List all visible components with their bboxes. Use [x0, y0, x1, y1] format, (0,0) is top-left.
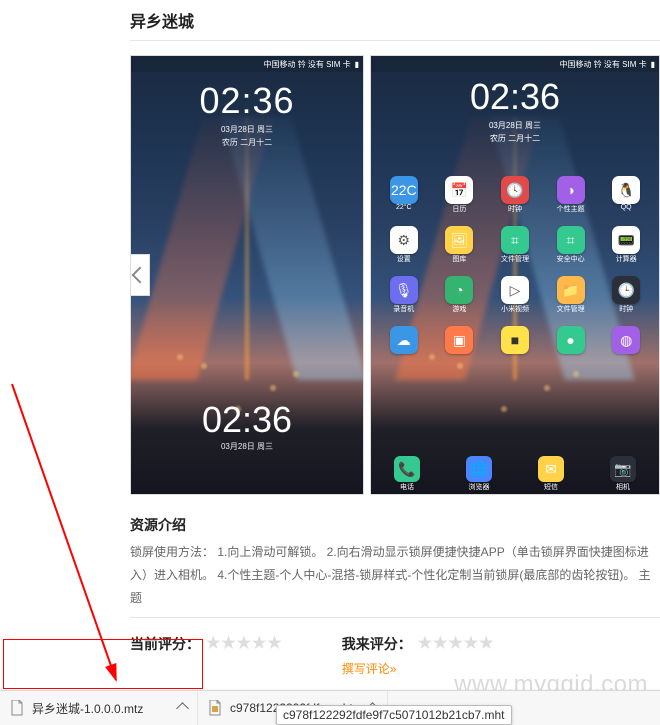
app-icon: 🌐浏览器 — [466, 456, 492, 492]
app-icon: 🖼图库 — [433, 226, 487, 272]
app-icon: 🕓时钟 — [488, 176, 542, 222]
app-icon: 🕒时钟 — [599, 276, 653, 322]
homescreen-dock: 📞电话 🌐浏览器 ✉短信 📷相机 — [371, 456, 659, 490]
star-icon[interactable]: ★ — [433, 636, 447, 652]
clock-lunar: 农历 二月十二 — [470, 133, 560, 144]
app-icon: ⌗文件管理 — [488, 226, 542, 272]
clock-lunar: 农历 二月十二 — [199, 137, 294, 148]
app-icon: ● — [544, 326, 598, 372]
app-icon: 22C22°C — [377, 176, 431, 222]
screenshot-gallery: 中国移动 钤 没有 SIM 卡 ▮ 02:36 03月28日 周三 农历 二月十… — [130, 55, 660, 495]
lockscreen-clock-bottom: 02:36 03月28日 周三 — [202, 399, 292, 452]
app-icon: ◑个性主题 — [544, 176, 598, 222]
app-icon: ◔游戏 — [433, 276, 487, 322]
star-icon: ★ — [252, 636, 266, 652]
screenshot-homescreen: 中国移动 钤 没有 SIM 卡 ▮ 02:36 03月28日 周三 农历 二月十… — [370, 55, 660, 495]
app-icon: 📞电话 — [394, 456, 420, 492]
app-icon: 📟计算器 — [599, 226, 653, 272]
battery-icon: ▮ — [355, 60, 359, 69]
star-icon: ★ — [237, 636, 251, 652]
homescreen-icon-grid: 22C22°C📅日历🕓时钟◑个性主题🐧QQ ⚙设置🖼图库⌗文件管理⌗安全中心📟计算… — [377, 176, 653, 454]
star-icon: ★ — [221, 636, 235, 652]
app-icon: 📁文件管理 — [544, 276, 598, 322]
app-icon: ⚙设置 — [377, 226, 431, 272]
app-icon: 📷相机 — [610, 456, 636, 492]
star-icon: ★ — [267, 636, 281, 652]
download-filename: 异乡迷城-1.0.0.0.mtz — [32, 700, 143, 717]
status-bar: 中国移动 钤 没有 SIM 卡 ▮ — [371, 56, 659, 72]
my-rating-label: 我来评分： ★ ★ ★ ★ ★ — [342, 634, 494, 654]
status-text: 中国移动 钤 没有 SIM 卡 — [559, 59, 646, 70]
star-icon[interactable]: ★ — [418, 636, 432, 652]
download-tooltip: c978f122292fdfe9f7c5071012b21cb7.mht — [276, 705, 512, 725]
file-icon — [10, 700, 24, 716]
clock-time: 02:36 — [470, 76, 560, 118]
clock-time: 02:36 — [202, 399, 292, 441]
app-icon: ▣ — [433, 326, 487, 372]
download-item-1[interactable]: 异乡迷城-1.0.0.0.mtz — [0, 691, 198, 725]
app-icon: 📅日历 — [433, 176, 487, 222]
screenshot-lockscreen: 中国移动 钤 没有 SIM 卡 ▮ 02:36 03月28日 周三 农历 二月十… — [130, 55, 364, 495]
my-rating-stars[interactable]: ★ ★ ★ ★ ★ — [418, 636, 494, 652]
clock-date: 03月28日 周三 — [202, 441, 292, 452]
star-icon[interactable]: ★ — [448, 636, 462, 652]
current-rating-text: 当前评分： — [130, 634, 200, 654]
battery-icon: ▮ — [651, 60, 655, 69]
chevron-up-icon[interactable] — [176, 702, 189, 715]
current-rating-stars: ★ ★ ★ ★ ★ — [206, 636, 282, 652]
file-icon — [208, 700, 222, 716]
status-bar: 中国移动 钤 没有 SIM 卡 ▮ — [131, 56, 363, 72]
app-icon: ⌗安全中心 — [544, 226, 598, 272]
status-text: 中国移动 钤 没有 SIM 卡 — [263, 59, 350, 70]
star-icon[interactable]: ★ — [464, 636, 478, 652]
homescreen-clock: 02:36 03月28日 周三 农历 二月十二 — [470, 76, 560, 144]
divider — [130, 40, 660, 41]
chevron-left-icon — [132, 267, 149, 284]
app-icon: ▷小米视频 — [488, 276, 542, 322]
clock-date: 03月28日 周三 — [199, 124, 294, 135]
star-icon[interactable]: ★ — [479, 636, 493, 652]
lockscreen-clock-top: 02:36 03月28日 周三 农历 二月十二 — [199, 80, 294, 148]
divider — [130, 617, 660, 618]
app-icon: ✉短信 — [538, 456, 564, 492]
clock-date: 03月28日 周三 — [470, 120, 560, 131]
star-icon: ★ — [206, 636, 220, 652]
gallery-prev-button[interactable] — [130, 254, 150, 296]
current-rating-label: 当前评分： ★ ★ ★ ★ ★ — [130, 634, 282, 654]
clock-time: 02:36 — [199, 80, 294, 122]
app-icon: ◍ — [599, 326, 653, 372]
app-icon: ☁ — [377, 326, 431, 372]
my-rating-text: 我来评分： — [342, 634, 412, 654]
app-icon: ■ — [488, 326, 542, 372]
app-icon: 🎙录音机 — [377, 276, 431, 322]
app-icon: 🐧QQ — [599, 176, 653, 222]
resource-intro-text: 锁屏使用方法： 1.向上滑动可解锁。 2.向右滑动显示锁屏便捷快捷APP（单击锁… — [130, 541, 660, 609]
resource-intro-heading: 资源介绍 — [130, 515, 660, 535]
page-title: 异乡迷城 — [130, 8, 660, 32]
